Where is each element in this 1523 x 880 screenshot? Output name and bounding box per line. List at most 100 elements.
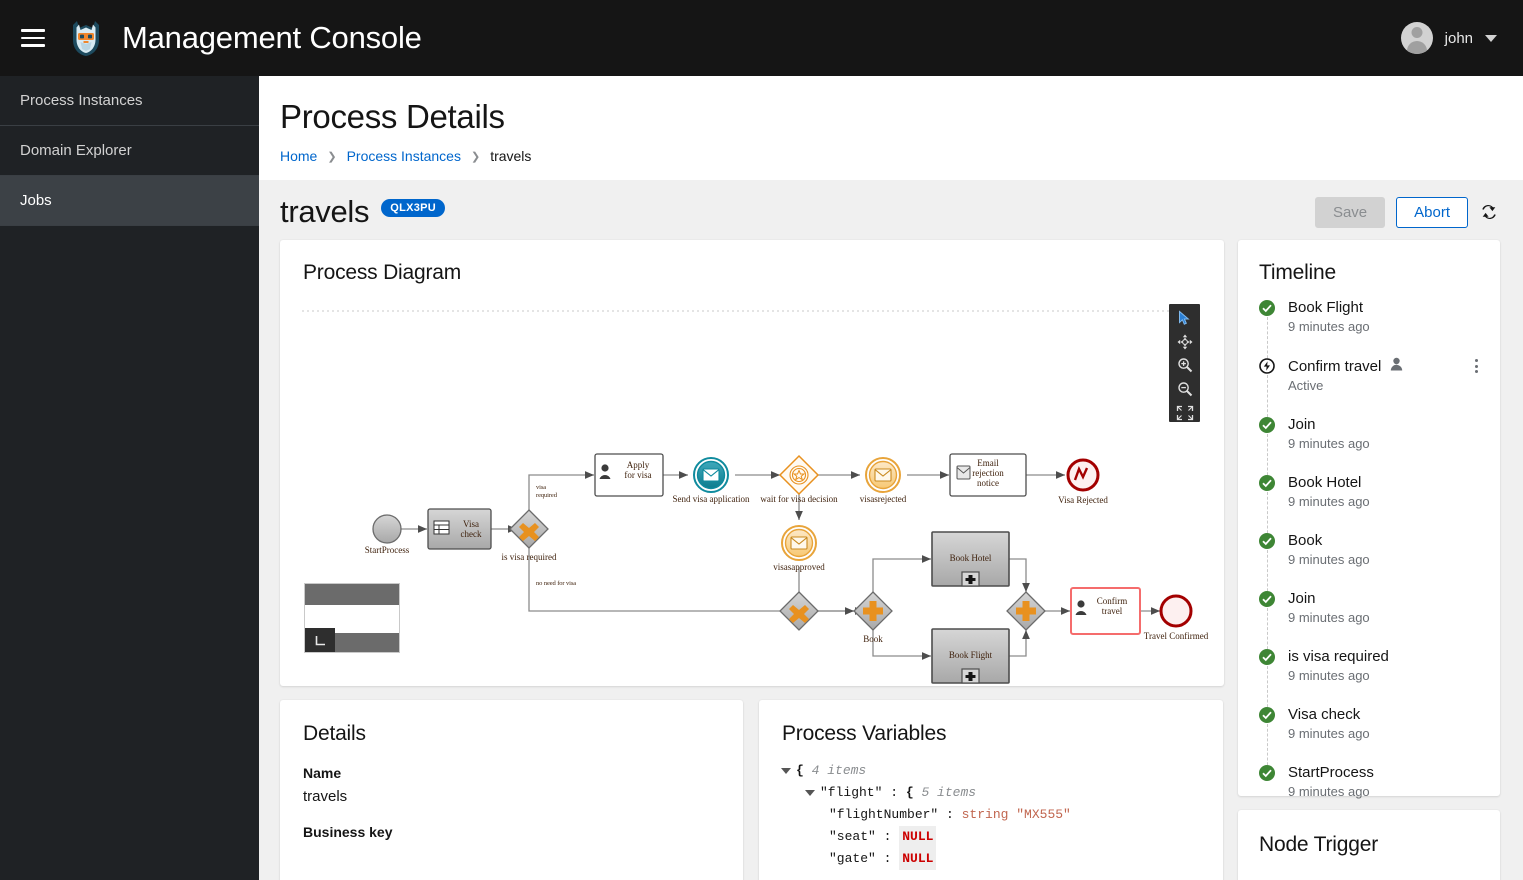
bpmn-label-startprocess: StartProcess: [364, 545, 410, 555]
json-brace: {: [796, 763, 804, 778]
bpmn-label-wait-for-visa-decision: wait for visa decision: [760, 494, 838, 504]
minimap-top-band: [305, 584, 399, 605]
json-tree[interactable]: { 4 items "flight" : { 5 items "flightNu…: [759, 746, 1223, 870]
main-content: Process Details Home ❯ Process Instances…: [259, 76, 1523, 880]
timeline-item[interactable]: Book 9 minutes ago: [1238, 532, 1500, 596]
timeline-item-label: Book Flight: [1288, 299, 1364, 316]
avatar: [1400, 22, 1433, 54]
bpmn-node-join-exclusive-gateway: [779, 591, 819, 631]
bpmn-diagram: [302, 310, 1198, 684]
json-row-root[interactable]: { 4 items: [781, 760, 1223, 782]
bpmn-node-wait-for-visa-decision: [778, 454, 820, 496]
page-header: Process Details Home ❯ Process Instances…: [259, 76, 1523, 180]
abort-button[interactable]: Abort: [1396, 196, 1468, 228]
timeline-item-active[interactable]: Confirm travel Active: [1238, 357, 1500, 422]
pan-move-icon[interactable]: [1173, 333, 1197, 352]
json-item-count: 5 items: [921, 785, 977, 800]
bpmn-node-visasapproved: [781, 525, 817, 561]
timeline-item-time: 9 minutes ago: [1288, 784, 1370, 799]
timeline-item-label: Join: [1288, 590, 1316, 607]
bpmn-label-apply-for-visa: Apply for visa: [624, 460, 652, 480]
chevron-down-icon[interactable]: [1485, 34, 1497, 42]
kebab-menu-icon[interactable]: [1468, 357, 1484, 375]
timeline-item-label: is visa required: [1288, 648, 1389, 665]
fit-to-screen-icon[interactable]: [1173, 403, 1197, 422]
json-key: "seat": [829, 829, 876, 844]
save-button[interactable]: Save: [1314, 196, 1386, 228]
json-null-value: NULL: [899, 826, 937, 848]
bpmn-node-is-visa-required: [509, 509, 549, 549]
breadcrumb-process-instances[interactable]: Process Instances: [347, 148, 461, 164]
zoom-out-icon[interactable]: [1173, 380, 1197, 399]
bpmn-label-visasapproved: visasapproved: [773, 562, 825, 572]
diagram-toolbar: [1169, 304, 1200, 422]
sidebar-item-process-instances[interactable]: Process Instances: [0, 76, 259, 126]
bpmn-node-visasrejected: [865, 457, 901, 493]
sidebar: Process Instances Domain Explorer Jobs: [0, 76, 259, 880]
check-circle-icon: [1259, 707, 1275, 723]
bpmn-edge-label-visa-required: visa required: [536, 484, 557, 499]
timeline-rail: [1266, 375, 1268, 422]
user-name: john: [1444, 29, 1473, 47]
details-label-name: Name: [303, 765, 342, 781]
process-variables-card: Process Variables { 4 items "flight" : {…: [759, 700, 1223, 880]
bpmn-label-email-rejection-notice: Email rejection notice: [972, 458, 1004, 488]
bpmn-label-travel-confirmed: Travel Confirmed: [1143, 631, 1209, 641]
chevron-down-icon[interactable]: [805, 790, 815, 796]
bpmn-label-book-flight: Book Flight: [948, 650, 993, 660]
user-menu[interactable]: john: [1400, 22, 1497, 54]
hamburger-menu-icon[interactable]: [10, 15, 56, 61]
bpmn-node-travel-confirmed: [1159, 594, 1193, 628]
bpmn-edge-label-no-need-for-visa: no need for visa: [536, 580, 577, 587]
minimap-corner-icon[interactable]: [305, 628, 335, 652]
json-key: "gate": [829, 851, 876, 866]
pointer-cursor-icon[interactable]: [1173, 309, 1197, 328]
timeline-item[interactable]: Join 9 minutes ago: [1238, 416, 1500, 480]
sidebar-item-domain-explorer[interactable]: Domain Explorer: [0, 126, 259, 176]
timeline-item[interactable]: Book Flight 9 minutes ago: [1238, 299, 1500, 363]
bpmn-node-send-visa-application: [693, 457, 729, 493]
json-row-flightnumber: "flightNumber" : string "MX555": [781, 804, 1223, 826]
refresh-icon[interactable]: [1479, 202, 1499, 222]
timeline-item-time: 9 minutes ago: [1288, 436, 1370, 451]
sidebar-item-label: Domain Explorer: [20, 142, 132, 159]
json-type: string: [961, 807, 1009, 822]
timeline-item[interactable]: is visa required 9 minutes ago: [1238, 648, 1500, 712]
bpmn-label-is-visa-required: is visa required: [501, 552, 557, 562]
details-label-business-key: Business key: [303, 824, 393, 840]
bpmn-label-confirm-travel: Confirm travel: [1096, 596, 1128, 616]
bpmn-canvas[interactable]: StartProcess Visa check is visa required …: [280, 298, 1224, 686]
node-trigger-card: Node Trigger: [1238, 810, 1500, 880]
details-card: Details Name travels Business key: [280, 700, 743, 880]
timeline-item-status: Active: [1288, 378, 1324, 393]
kogito-mascot-logo: [66, 18, 106, 58]
instance-title-bar: travels QLX3PU Save Abort: [259, 180, 1523, 240]
process-diagram-title: Process Diagram: [303, 261, 462, 284]
timeline-item-label: StartProcess: [1288, 764, 1374, 781]
bpmn-node-book-gateway: [853, 591, 893, 631]
timeline-item[interactable]: Join 9 minutes ago: [1238, 590, 1500, 654]
timeline-item-time: 9 minutes ago: [1288, 726, 1370, 741]
timeline-list: Book Flight 9 minutes ago Confirm travel: [1238, 285, 1500, 822]
bpmn-label-visa-check: Visa check: [460, 519, 482, 539]
timeline-title: Timeline: [1259, 261, 1336, 284]
json-row-flight[interactable]: "flight" : { 5 items: [781, 782, 1223, 804]
node-trigger-title: Node Trigger: [1259, 833, 1378, 856]
instance-name: travels: [280, 194, 370, 229]
timeline-item[interactable]: Visa check 9 minutes ago: [1238, 706, 1500, 770]
breadcrumb-home[interactable]: Home: [280, 148, 317, 164]
timeline-item[interactable]: Book Hotel 9 minutes ago: [1238, 474, 1500, 538]
sidebar-item-jobs[interactable]: Jobs: [0, 176, 259, 226]
zoom-in-icon[interactable]: [1173, 356, 1197, 375]
check-circle-icon: [1259, 765, 1275, 781]
bpmn-label-book-hotel: Book Hotel: [949, 553, 992, 563]
timeline-item-time: 9 minutes ago: [1288, 494, 1370, 509]
user-icon: [1390, 357, 1403, 375]
breadcrumb-separator-icon: ❯: [470, 150, 481, 163]
timeline-item-label: Visa check: [1288, 706, 1361, 723]
breadcrumb-current: travels: [490, 148, 532, 164]
json-item-count: 4 items: [811, 763, 867, 778]
breadcrumb: Home ❯ Process Instances ❯ travels: [280, 148, 1502, 164]
chevron-down-icon[interactable]: [781, 768, 791, 774]
diagram-minimap[interactable]: [304, 583, 400, 653]
